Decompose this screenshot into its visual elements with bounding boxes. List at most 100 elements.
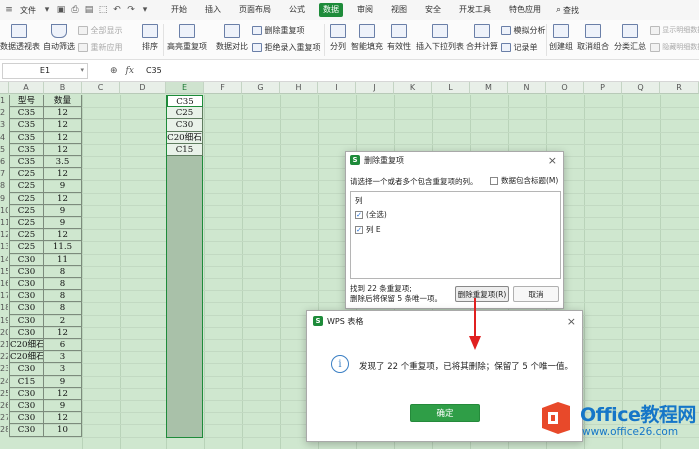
table-cell[interactable]: C25	[9, 180, 44, 193]
table-cell[interactable]: C30	[167, 119, 203, 132]
column-header-k[interactable]: K	[394, 82, 432, 94]
table-cell[interactable]: C30	[9, 400, 44, 413]
table-cell[interactable]: 12	[44, 326, 82, 339]
row-header[interactable]: 14	[0, 254, 8, 266]
column-header-a[interactable]: A	[9, 82, 44, 94]
table-cell[interactable]: C25	[9, 241, 44, 254]
column-header-m[interactable]: M	[470, 82, 508, 94]
row-header[interactable]: 17	[0, 290, 8, 302]
column-header-i[interactable]: I	[318, 82, 356, 94]
save-icon[interactable]: ▣	[56, 5, 66, 15]
tab-review[interactable]: 审阅	[353, 3, 377, 17]
tab-data[interactable]: 数据	[319, 3, 343, 17]
insert-dropdown-list-button[interactable]: 插入下拉列表	[416, 24, 464, 52]
column-header-d[interactable]: D	[120, 82, 166, 94]
table-cell[interactable]: 12	[44, 387, 82, 400]
table-cell[interactable]: 12	[44, 143, 82, 156]
table-cell[interactable]: C30	[9, 290, 44, 303]
table-cell[interactable]: 11	[44, 253, 82, 266]
chevron-down-icon[interactable]: ▾	[42, 5, 52, 15]
table-cell[interactable]: C30	[9, 278, 44, 291]
table-cell[interactable]: 6	[44, 339, 82, 352]
table-cell[interactable]: C25	[9, 229, 44, 242]
record-form-button[interactable]: 记录单	[501, 42, 538, 53]
table-cell[interactable]: C30	[9, 302, 44, 315]
table-cell[interactable]: 12	[44, 131, 82, 144]
column-header-f[interactable]: F	[204, 82, 242, 94]
table-cell[interactable]: C35	[9, 143, 44, 156]
table-cell[interactable]: C30	[9, 424, 44, 437]
row-header[interactable]: 18	[0, 302, 8, 314]
tab-view[interactable]: 视图	[387, 3, 411, 17]
reject-duplicates-button[interactable]: 拒绝录入重复项	[252, 42, 321, 53]
table-cell[interactable]: 9	[44, 204, 82, 217]
tab-page-layout[interactable]: 页面布局	[235, 3, 275, 17]
hide-detail-button[interactable]: 隐藏明细数据	[650, 42, 699, 52]
subtotal-button[interactable]: 分类汇总	[614, 24, 646, 52]
column-header-r[interactable]: R	[660, 82, 699, 94]
tab-security[interactable]: 安全	[421, 3, 445, 17]
close-icon[interactable]: ×	[567, 315, 576, 328]
table-cell[interactable]: C30	[9, 314, 44, 327]
header-cell[interactable]: 型号	[9, 95, 44, 108]
consolidate-button[interactable]: 合并计算	[465, 24, 499, 52]
table-cell[interactable]: C35	[9, 119, 44, 132]
hamburger-icon[interactable]: ≡	[4, 5, 14, 15]
column-header-b[interactable]: B	[44, 82, 82, 94]
table-cell[interactable]: 10	[44, 424, 82, 437]
select-all-corner[interactable]	[0, 82, 9, 94]
row-header[interactable]: 20	[0, 327, 8, 339]
zoom-icon[interactable]: ⊕	[110, 66, 118, 76]
tab-features[interactable]: 特色应用	[505, 3, 545, 17]
pivot-table-button[interactable]: 数据透视表	[0, 24, 40, 52]
column-header-n[interactable]: N	[508, 82, 546, 94]
table-cell[interactable]: 12	[44, 168, 82, 181]
show-detail-button[interactable]: 显示明细数据	[650, 25, 699, 35]
table-cell[interactable]: C20细石	[9, 351, 44, 364]
table-cell[interactable]: 3	[44, 351, 82, 364]
row-header[interactable]: 12	[0, 229, 8, 241]
column-header-g[interactable]: G	[242, 82, 280, 94]
table-cell[interactable]: 9	[44, 375, 82, 388]
header-checkbox[interactable]	[490, 176, 498, 185]
table-cell[interactable]: C25	[9, 204, 44, 217]
table-cell[interactable]: 12	[44, 412, 82, 425]
ok-button[interactable]: 确定	[410, 404, 480, 422]
row-header[interactable]: 7	[0, 168, 8, 180]
row-header[interactable]: 2	[0, 107, 8, 119]
row-header[interactable]: 4	[0, 132, 8, 144]
row-header[interactable]: 10	[0, 205, 8, 217]
row-header[interactable]: 16	[0, 278, 8, 290]
active-cell[interactable]: C35	[167, 95, 203, 108]
table-cell[interactable]: C30	[9, 326, 44, 339]
table-cell[interactable]: 12	[44, 107, 82, 120]
table-cell[interactable]: 11.5	[44, 241, 82, 254]
column-e-item[interactable]: ✓ 列 E	[355, 224, 381, 235]
table-cell[interactable]: C25	[9, 168, 44, 181]
row-header[interactable]: 23	[0, 363, 8, 375]
search-box[interactable]: ⌕ 查找	[556, 5, 579, 16]
header-cell[interactable]: 数量	[44, 95, 82, 108]
table-cell[interactable]: 12	[44, 229, 82, 242]
table-cell[interactable]: C25	[167, 107, 203, 120]
autofilter-button[interactable]: 自动筛选	[42, 24, 76, 52]
create-group-button[interactable]: 创建组	[548, 24, 574, 52]
export-icon[interactable]: ⬚	[98, 5, 108, 15]
table-cell[interactable]: C30	[9, 265, 44, 278]
table-cell[interactable]: 8	[44, 265, 82, 278]
row-header[interactable]: 15	[0, 266, 8, 278]
customize-icon[interactable]: ▾	[140, 5, 150, 15]
table-cell[interactable]: 8	[44, 290, 82, 303]
checkmark-icon[interactable]: ✓	[355, 210, 363, 219]
table-cell[interactable]: 8	[44, 302, 82, 315]
formula-input[interactable]: C35	[146, 66, 162, 75]
column-header-j[interactable]: J	[356, 82, 394, 94]
table-cell[interactable]: C35	[9, 156, 44, 169]
row-header[interactable]: 21	[0, 339, 8, 351]
close-icon[interactable]: ×	[548, 154, 557, 167]
simulate-analysis-button[interactable]: 模拟分析	[501, 25, 546, 36]
checkmark-icon[interactable]: ✓	[355, 225, 363, 234]
select-all-item[interactable]: ✓ (全选)	[355, 209, 387, 220]
function-icon[interactable]: fx	[126, 66, 134, 76]
row-header[interactable]: 3	[0, 119, 8, 131]
